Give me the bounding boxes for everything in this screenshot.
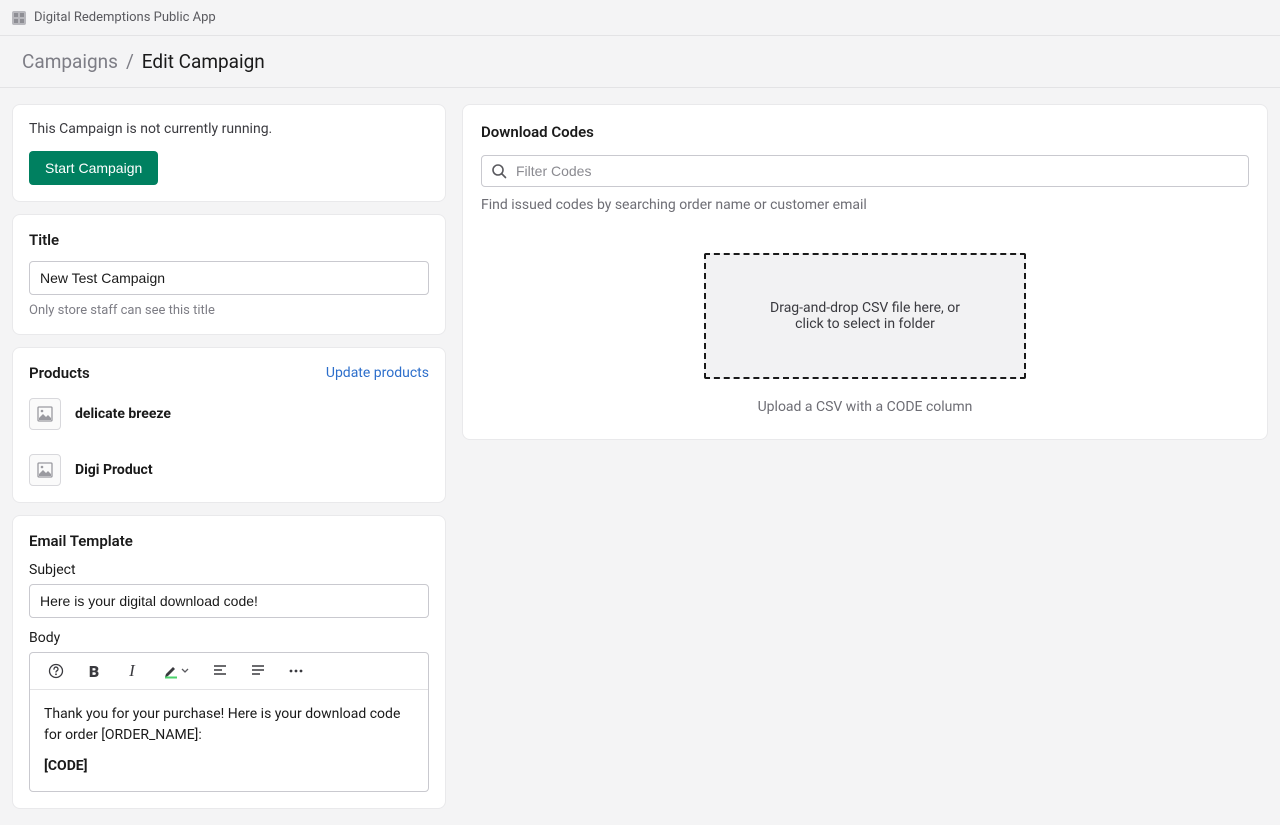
subject-label: Subject [29, 562, 429, 578]
download-codes-card: Download Codes Find issued codes by sear… [462, 104, 1268, 440]
title-helper: Only store staff can see this title [29, 303, 429, 318]
title-input[interactable] [29, 261, 429, 295]
app-icon [12, 11, 26, 25]
body-line: [CODE] [44, 756, 414, 777]
status-card: This Campaign is not currently running. … [12, 104, 446, 202]
editor-toolbar: B I [30, 653, 428, 690]
products-heading: Products [29, 364, 90, 382]
image-placeholder-icon [29, 398, 61, 430]
csv-dropzone[interactable]: Drag-and-drop CSV file here, or click to… [704, 253, 1026, 379]
breadcrumb-separator: / [126, 50, 134, 73]
filter-codes-input[interactable] [481, 155, 1249, 187]
breadcrumb: Campaigns / Edit Campaign [0, 36, 1280, 88]
highlight-icon[interactable] [160, 661, 192, 681]
body-editor: B I Thank [29, 652, 429, 792]
product-item: Digi Product [29, 448, 429, 486]
more-icon[interactable] [286, 661, 306, 681]
update-products-link[interactable]: Update products [326, 365, 429, 381]
status-message: This Campaign is not currently running. [29, 121, 429, 137]
search-icon [491, 163, 507, 179]
subject-input[interactable] [29, 584, 429, 618]
breadcrumb-parent[interactable]: Campaigns [22, 50, 118, 73]
email-template-card: Email Template Subject Body B I [12, 515, 446, 809]
help-icon[interactable] [46, 661, 66, 681]
search-help-text: Find issued codes by searching order nam… [481, 197, 1249, 213]
product-name: Digi Product [75, 462, 153, 478]
title-heading: Title [29, 231, 429, 249]
codes-heading: Download Codes [481, 123, 1249, 141]
app-name: Digital Redemptions Public App [34, 10, 216, 25]
start-campaign-button[interactable]: Start Campaign [29, 151, 158, 185]
topbar: Digital Redemptions Public App [0, 0, 1280, 36]
product-name: delicate breeze [75, 406, 171, 422]
email-heading: Email Template [29, 532, 429, 550]
body-line: Thank you for your purchase! Here is you… [44, 704, 414, 746]
italic-icon[interactable]: I [122, 661, 142, 681]
upload-help-text: Upload a CSV with a CODE column [758, 399, 973, 415]
image-placeholder-icon [29, 454, 61, 486]
align-left-icon[interactable] [210, 661, 230, 681]
editor-content[interactable]: Thank you for your purchase! Here is you… [30, 690, 428, 791]
products-card: Products Update products delicate breeze… [12, 347, 446, 503]
body-label: Body [29, 630, 429, 646]
breadcrumb-current: Edit Campaign [142, 50, 265, 73]
product-item: delicate breeze [29, 392, 429, 448]
bold-icon[interactable]: B [84, 661, 104, 681]
title-card: Title Only store staff can see this titl… [12, 214, 446, 335]
dropzone-text: Drag-and-drop CSV file here, or click to… [755, 300, 975, 332]
align-justify-icon[interactable] [248, 661, 268, 681]
